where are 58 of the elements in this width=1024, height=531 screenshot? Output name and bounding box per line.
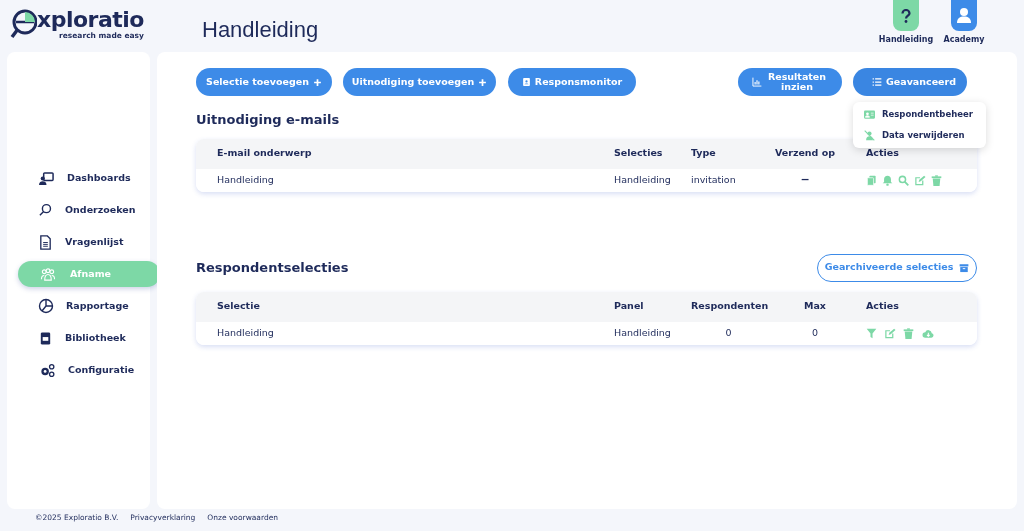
sidebar-item[interactable]: Rapportage [18,293,160,319]
id-card-icon [863,109,876,120]
user-icon [956,7,972,24]
sidebar-item[interactable]: Dashboards [18,165,160,191]
table-cell: Handleiding [614,326,671,338]
table-cell: − [800,172,810,186]
plus-icon [478,77,488,87]
page-title: Handleiding [202,16,319,44]
column-header: Type [691,147,716,159]
column-header: Selectie [217,300,260,312]
table-cell: invitation [691,173,736,185]
list-icon [872,77,882,87]
trash-icon [931,174,942,186]
menu-item[interactable]: Respondentbeheer [853,104,986,125]
table-cell: Handleiding [217,326,274,338]
column-header: Panel [614,300,644,312]
trash-icon [903,327,914,339]
table-cell: Handleiding [614,173,671,185]
column-header: Verzend op [774,147,836,159]
table-cell: 0 [811,326,818,338]
column-header: Selecties [614,147,663,159]
contact-card-icon [521,77,531,87]
toolbar-button[interactable]: Geavanceerd [853,68,967,96]
plus-icon [312,77,322,87]
bar-chart-icon [752,77,762,87]
column-header: Max [804,300,826,312]
sidebar-item[interactable]: Onderzoeken [18,197,160,223]
logo-icon [10,9,37,40]
section-title: Uitnodiging e-mails [196,111,340,129]
cloud-download-icon [921,327,935,339]
bell-icon [882,174,893,186]
presentation-icon [38,170,55,186]
archive-button[interactable]: Gearchiveerde selecties [817,253,977,282]
menu-item[interactable]: Data verwijderen [853,125,986,146]
search-icon [898,174,909,186]
edit-icon [914,174,926,186]
filter-icon [866,327,877,339]
academy-link[interactable]: Academy [936,0,992,46]
pie-chart-icon [38,298,54,314]
column-header: Respondenten [691,300,769,312]
copy-icon [866,174,877,186]
table-cell: 0 [725,326,732,338]
search-icon [38,202,53,218]
column-header: Acties [866,300,899,312]
people-icon [38,266,58,282]
edit-icon [884,327,896,339]
archive-icon [959,262,970,273]
table-cell: Handleiding [217,173,274,185]
user-slash-icon [863,130,876,141]
column-header: Acties [866,147,899,159]
question-icon [901,8,911,23]
logo-wordmark: xploratio [37,9,144,31]
column-header: E-mail onderwerp [217,147,312,159]
help-link[interactable]: Handleiding [878,0,934,46]
document-icon [38,233,53,251]
sidebar-item[interactable]: Configuratie [18,357,160,383]
sidebar-item[interactable]: Vragenlijst [18,229,160,255]
section-title: Respondentselecties [196,258,349,277]
